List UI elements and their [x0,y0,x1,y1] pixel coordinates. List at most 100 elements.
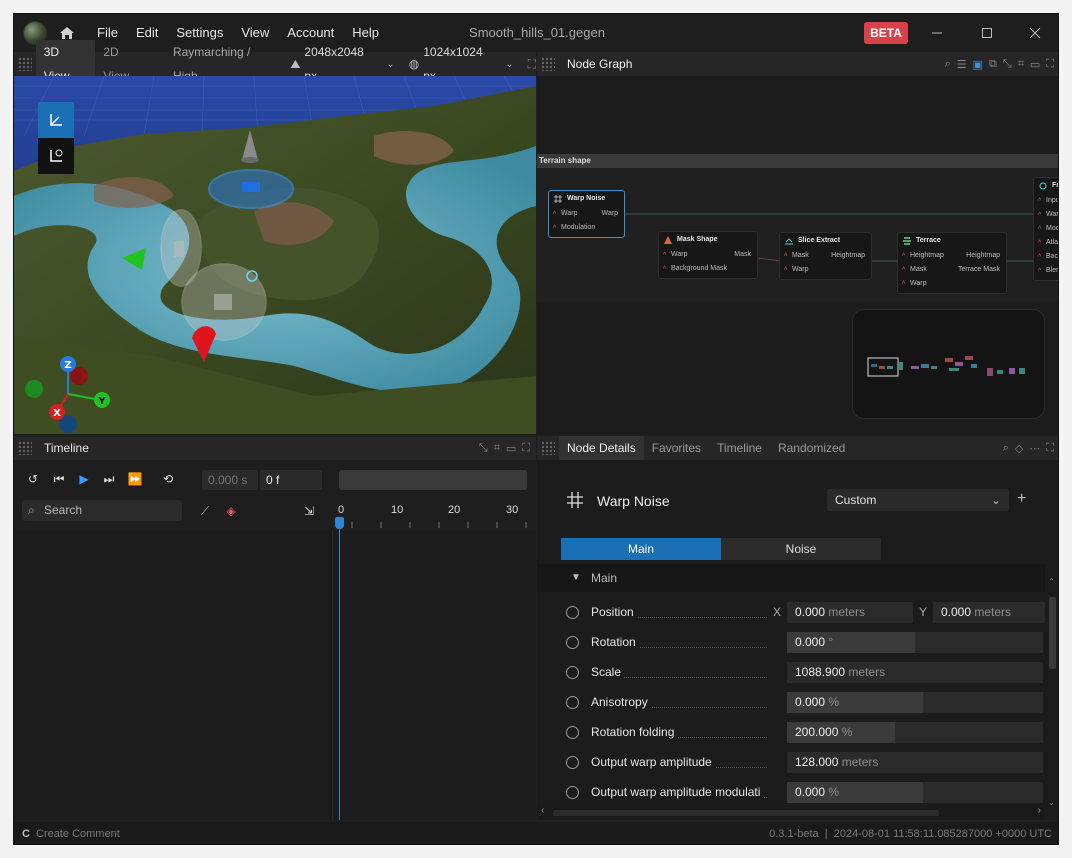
minimize-button[interactable] [914,14,960,52]
param-toggle[interactable] [566,636,579,649]
timeline-ruler[interactable]: 0 10 20 30 [332,460,536,530]
details-toolbar: Node Details Favorites Timeline Randomiz… [537,436,1058,460]
search-icon[interactable]: ⌕ [1003,442,1009,455]
subtab-noise[interactable]: Noise [721,538,881,560]
chevron-right-icon[interactable]: › [1038,805,1041,816]
add-preset-icon[interactable]: + [1017,490,1026,508]
param-toggle[interactable] [566,726,579,739]
viewport-3d[interactable]: Z Y X [14,76,536,434]
playhead[interactable] [339,518,340,820]
timeline-tracks[interactable] [332,530,536,820]
rotation-slider[interactable]: 0.000 ° [787,632,1043,653]
drag-handle-icon[interactable] [18,57,32,71]
list-icon[interactable]: ☰ [957,58,967,71]
fullscreen-icon[interactable]: ⛶ [1046,442,1054,455]
collapse-icon[interactable]: ⤡ [1003,58,1012,71]
node-mask-shape[interactable]: Mask Shape WarpMask Background Mask [658,231,758,279]
step-back-icon[interactable]: ⏮ [50,470,68,488]
axis-z-label[interactable]: Z [64,360,71,371]
fullscreen-icon[interactable]: ⛶ [1046,58,1054,71]
reset-icon[interactable]: ↺ [24,470,42,488]
param-toggle[interactable] [566,786,579,799]
tick-label: 10 [391,504,404,516]
chevron-left-icon[interactable]: ‹ [541,805,544,816]
chevron-down-icon[interactable]: ⌄ [505,59,513,70]
keyframe-icon[interactable]: ◈ [222,502,240,520]
param-toggle[interactable] [566,696,579,709]
diamond-icon[interactable]: ◇ [1015,442,1023,455]
anisotropy-slider[interactable]: 0.000 % [787,692,1043,713]
scale-field[interactable]: 1088.900 meters [787,662,1043,683]
time-seconds-field[interactable]: 0.000 s [202,470,258,490]
preset-select[interactable]: Custom ⌄ [827,489,1009,511]
drag-handle-icon[interactable] [541,57,555,71]
collapse-icon[interactable]: ⤡ [479,442,488,455]
chevron-down-icon[interactable]: ⌄ [386,59,394,70]
snap-to-playhead-icon[interactable]: ⇲ [300,502,318,520]
more-icon[interactable]: ⋯ [1029,442,1040,455]
position-y-field[interactable]: 0.000 meters [933,602,1045,623]
chevron-up-icon[interactable]: ⌃ [1048,577,1055,586]
param-toggle[interactable] [566,606,579,619]
play-icon[interactable]: ▶ [75,470,93,488]
tab-timeline[interactable]: Timeline [36,436,97,460]
fit-icon[interactable]: ⌗ [1018,58,1024,71]
chevron-down-icon[interactable]: ⌄ [1048,798,1055,807]
node-fr-truncated[interactable]: Fr Inpu War Mod Atla Bac Blen [1033,177,1058,281]
frame-field[interactable]: 0 f [260,470,322,490]
drag-handle-icon[interactable] [541,441,555,455]
curve-editor-icon[interactable]: ⟋ [196,502,214,520]
graph-minimap[interactable] [852,309,1045,419]
translate-tool-icon[interactable] [38,102,74,138]
param-toggle[interactable] [566,756,579,769]
tab-node-graph[interactable]: Node Graph [559,52,640,76]
step-forward-icon[interactable]: ⏭ [100,470,118,488]
axis-x-label[interactable]: X [53,408,61,419]
timeline-search-input[interactable]: ⌕ Search [22,500,182,521]
fast-forward-icon[interactable]: ⏩ [126,470,144,488]
param-toggle[interactable] [566,666,579,679]
group-icon[interactable]: ⧉ [989,58,997,71]
rotation-folding-slider[interactable]: 200.000 % [787,722,1043,743]
drag-handle-icon[interactable] [18,441,32,455]
details-vertical-scrollbar[interactable]: ⌃ ⌄ [1047,577,1057,807]
subtab-main[interactable]: Main [561,538,721,560]
node-graph-canvas[interactable]: Terrain shape Warp Noise WarpWarp Modula… [537,76,1058,434]
search-icon[interactable]: ⌕ [945,58,951,71]
beta-badge: BETA [864,22,908,44]
fullscreen-icon[interactable]: ⛶ [528,57,536,72]
tick-label: 0 [338,504,345,516]
resolution-icon: ⛰ [290,56,301,71]
details-horizontal-scrollbar[interactable]: ‹ › [537,805,1045,819]
scrollbar-thumb[interactable] [553,810,939,816]
maximize-button[interactable] [964,14,1010,52]
frame-icon[interactable]: ▣ [973,58,983,71]
playhead-handle[interactable] [335,517,344,529]
zoom-100-icon[interactable]: ▭ [506,442,516,455]
output-warp-modulation-slider[interactable]: 0.000 % [787,782,1043,803]
node-slice-extract[interactable]: Slice Extract MaskHeightmap Warp [779,232,872,280]
node-terrace[interactable]: Terrace HeightmapHeightmap MaskTerrace M… [897,232,1007,294]
scrollbar-thumb[interactable] [1049,597,1056,669]
search-icon: ⌕ [28,503,35,517]
close-button[interactable] [1012,14,1058,52]
tab-node-details[interactable]: Node Details [559,436,644,460]
section-main-header[interactable]: ▼ Main [537,564,1045,592]
timeline-range-bar[interactable] [339,470,527,490]
zoom-100-icon[interactable]: ▭ [1030,58,1040,71]
tab-randomized[interactable]: Randomized [770,436,853,460]
output-warp-amplitude-field[interactable]: 128.000 meters [787,752,1043,773]
world-space-icon[interactable] [38,138,74,174]
fit-icon[interactable]: ⌗ [494,442,500,455]
axis-y-label[interactable]: Y [97,396,106,407]
param-row-output-warp-amplitude: Output warp amplitude 128.000 meters [537,748,1045,778]
position-x-field[interactable]: 0.000 meters [787,602,913,623]
loop-icon[interactable]: ⟲ [159,470,177,488]
create-comment-button[interactable]: Create Comment [36,822,120,844]
fullscreen-icon[interactable]: ⛶ [522,442,530,455]
param-row-rotation: Rotation 0.000 ° [537,628,1045,658]
node-warp-noise[interactable]: Warp Noise WarpWarp Modulation [548,190,625,238]
tab-favorites[interactable]: Favorites [644,436,709,460]
minimap-preview [867,356,1025,377]
tab-timeline[interactable]: Timeline [709,436,770,460]
